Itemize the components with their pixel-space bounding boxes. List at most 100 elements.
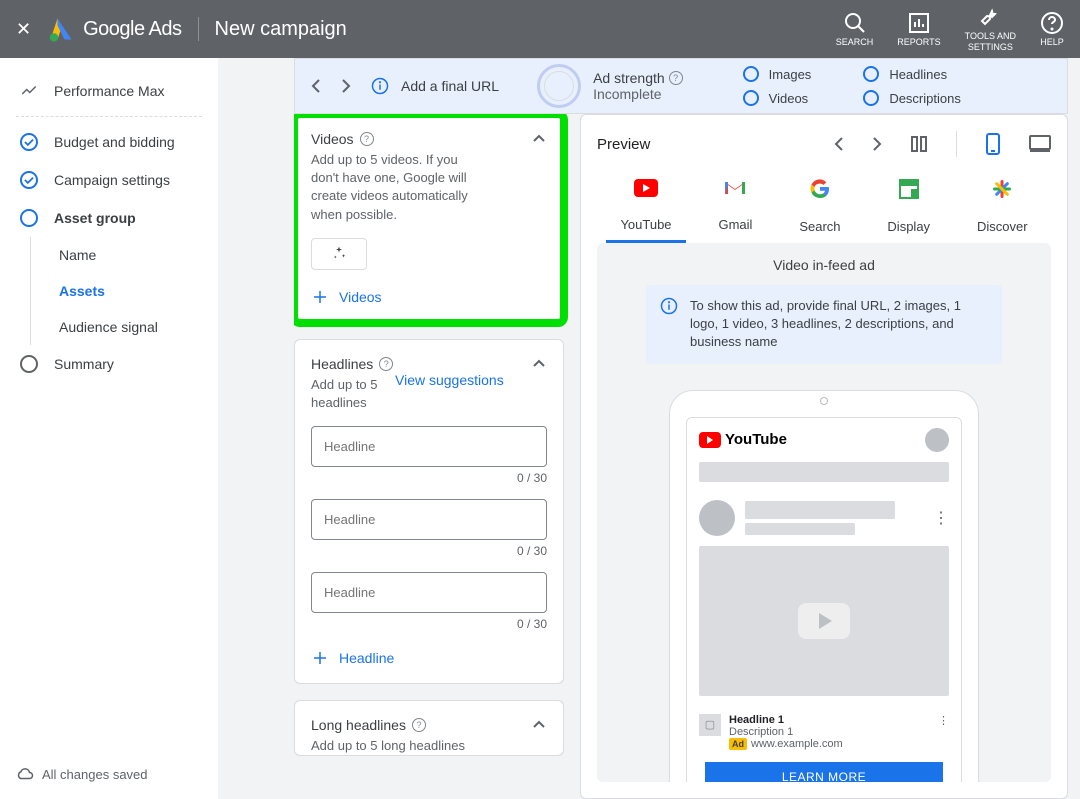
headline-input-1[interactable] bbox=[311, 426, 547, 467]
plus-icon bbox=[311, 649, 329, 667]
phone-preview: YouTube ⋮ bbox=[669, 390, 979, 782]
play-icon bbox=[798, 603, 850, 639]
sidebar-step-asset-group[interactable]: Asset group bbox=[0, 199, 218, 237]
ad-headline: Headline 1 bbox=[729, 714, 784, 726]
help-circle-icon[interactable]: ? bbox=[412, 718, 426, 732]
more-icon[interactable]: ⋮ bbox=[933, 508, 949, 528]
youtube-logo: YouTube bbox=[699, 431, 787, 448]
add-videos-button[interactable]: Videos bbox=[311, 288, 547, 306]
discover-icon bbox=[992, 179, 1012, 205]
display-icon bbox=[899, 179, 919, 205]
circle-icon bbox=[20, 355, 38, 373]
sidebar-separator bbox=[16, 116, 202, 117]
google-g-icon bbox=[810, 179, 830, 205]
info-icon[interactable] bbox=[371, 77, 389, 95]
prev-icon[interactable] bbox=[311, 78, 321, 94]
headline-counter-1: 0 / 30 bbox=[311, 471, 547, 485]
long-headlines-card: Long headlines? Add up to 5 long headlin… bbox=[294, 700, 564, 756]
sidebar-step-campaign[interactable]: Campaign settings bbox=[0, 161, 218, 199]
search-tool[interactable]: SEARCH bbox=[836, 11, 874, 48]
check-images: Images bbox=[743, 66, 812, 82]
check-circle-icon bbox=[20, 133, 38, 151]
sidebar: Performance Max Budget and bidding Campa… bbox=[0, 58, 218, 799]
help-circle-icon[interactable]: ? bbox=[360, 132, 374, 146]
videos-card-desc: Add up to 5 videos. If you don't have on… bbox=[311, 151, 476, 224]
sidebar-sub-assets[interactable]: Assets bbox=[30, 273, 218, 309]
sidebar-sub-audience[interactable]: Audience signal bbox=[30, 309, 218, 345]
strength-ring bbox=[537, 64, 581, 108]
search-icon bbox=[843, 11, 867, 35]
tab-search[interactable]: Search bbox=[785, 171, 854, 243]
circle-icon bbox=[20, 209, 38, 227]
headline-counter-2: 0 / 30 bbox=[311, 544, 547, 558]
preview-title: Preview bbox=[597, 136, 650, 153]
ad-url: www.example.com bbox=[751, 738, 843, 750]
page-title: New campaign bbox=[215, 18, 347, 41]
tab-discover[interactable]: Discover bbox=[963, 171, 1042, 243]
help-tool[interactable]: HELP bbox=[1040, 11, 1064, 48]
reports-icon bbox=[907, 11, 931, 35]
trend-icon bbox=[20, 82, 38, 100]
reports-tool[interactable]: REPORTS bbox=[897, 11, 940, 48]
tab-display[interactable]: Display bbox=[873, 171, 944, 243]
wrench-icon bbox=[978, 5, 1002, 29]
info-icon bbox=[660, 297, 678, 315]
mobile-icon[interactable] bbox=[985, 133, 1001, 155]
main-content: Add a final URL Ad strength? Incomplete … bbox=[218, 58, 1080, 799]
headline-input-2[interactable] bbox=[311, 499, 547, 540]
columns-icon[interactable] bbox=[910, 135, 928, 153]
sparkle-icon bbox=[330, 245, 348, 263]
close-icon[interactable]: ✕ bbox=[16, 19, 31, 40]
learn-more-button[interactable]: LEARN MORE bbox=[705, 762, 943, 782]
sidebar-step-budget[interactable]: Budget and bidding bbox=[0, 123, 218, 161]
plus-icon bbox=[311, 288, 329, 306]
headline-input-3[interactable] bbox=[311, 572, 547, 613]
auto-video-box[interactable] bbox=[311, 238, 367, 270]
google-ads-logo bbox=[47, 15, 75, 43]
help-icon bbox=[1040, 11, 1064, 35]
preview-info-banner: To show this ad, provide final URL, 2 im… bbox=[646, 285, 1002, 364]
avatar-icon bbox=[925, 428, 949, 452]
ad-thumbnail-icon: ▢ bbox=[699, 714, 721, 736]
tab-youtube[interactable]: YouTube bbox=[606, 171, 685, 243]
chevron-up-icon[interactable] bbox=[531, 717, 547, 733]
preview-panel: Preview YouTube bbox=[580, 114, 1068, 799]
headlines-card: Headlines? Add up to 5 headlines View su… bbox=[294, 339, 564, 684]
tab-gmail[interactable]: Gmail bbox=[704, 171, 766, 243]
video-thumbnail bbox=[699, 546, 949, 696]
gmail-icon bbox=[724, 179, 746, 203]
help-circle-icon[interactable]: ? bbox=[379, 357, 393, 371]
videos-card: Videos? Add up to 5 videos. If you don't… bbox=[294, 114, 564, 323]
check-descriptions: Descriptions bbox=[863, 90, 961, 106]
long-headlines-title: Long headlines? bbox=[311, 717, 465, 733]
chevron-up-icon[interactable] bbox=[531, 131, 547, 147]
tools-settings-tool[interactable]: TOOLS AND SETTINGS bbox=[965, 5, 1016, 53]
chevron-up-icon[interactable] bbox=[531, 356, 547, 372]
view-suggestions-link[interactable]: View suggestions bbox=[395, 372, 504, 388]
preview-next-icon[interactable] bbox=[872, 136, 882, 152]
preview-prev-icon[interactable] bbox=[834, 136, 844, 152]
long-headlines-desc: Add up to 5 long headlines bbox=[311, 737, 465, 755]
app-header: ✕ Google Ads New campaign SEARCH REPORTS… bbox=[0, 0, 1080, 58]
next-icon[interactable] bbox=[341, 78, 351, 94]
help-circle-icon[interactable]: ? bbox=[669, 71, 683, 85]
ad-strength-bar: Add a final URL Ad strength? Incomplete … bbox=[294, 58, 1068, 114]
more-icon[interactable]: ⋮ bbox=[938, 714, 949, 750]
headline-counter-3: 0 / 30 bbox=[311, 617, 547, 631]
sidebar-sub-name[interactable]: Name bbox=[30, 237, 218, 273]
check-circle-icon bbox=[20, 171, 38, 189]
add-final-url-link[interactable]: Add a final URL bbox=[401, 78, 499, 94]
headlines-card-desc: Add up to 5 headlines bbox=[311, 376, 381, 412]
strength-value: Incomplete bbox=[593, 86, 683, 102]
youtube-icon bbox=[634, 179, 658, 203]
sidebar-performance-max[interactable]: Performance Max bbox=[0, 74, 218, 108]
sidebar-step-summary[interactable]: Summary bbox=[0, 345, 218, 383]
header-divider bbox=[198, 17, 199, 41]
check-headlines: Headlines bbox=[863, 66, 961, 82]
desktop-icon[interactable] bbox=[1029, 135, 1051, 153]
ad-description: Description 1 bbox=[729, 726, 843, 738]
ad-tag: Ad bbox=[729, 738, 747, 750]
save-status: All changes saved bbox=[16, 765, 148, 783]
brand-text: Google Ads bbox=[83, 18, 181, 41]
add-headline-button[interactable]: Headline bbox=[311, 649, 547, 667]
